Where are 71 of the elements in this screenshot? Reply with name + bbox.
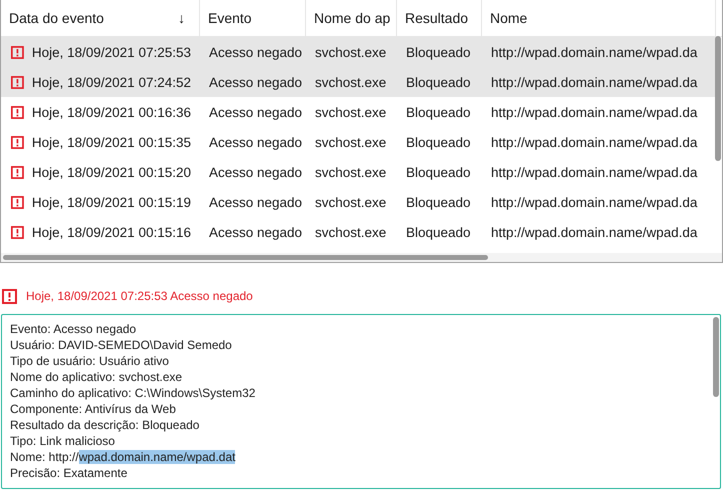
details-panel[interactable] <box>1 314 721 489</box>
table-cell: http://wpad.domain.name/wpad.da <box>491 134 698 150</box>
detail-line: Evento: Acesso negado <box>10 321 138 337</box>
table-cell: Hoje, 18/09/2021 00:15:16 <box>32 224 191 240</box>
table-cell: Bloqueado <box>406 104 471 120</box>
alert-icon <box>11 164 24 180</box>
event-title: Hoje, 18/09/2021 07:25:53 Acesso negado <box>26 289 253 303</box>
detail-line: Tipo de usuário: Usuário ativo <box>10 353 170 369</box>
table-row[interactable]: Hoje, 18/09/2021 00:15:19 Acesso negado svchost.exe Bloqueado http://wpad.domain.name/wpad.da <box>1 187 716 217</box>
table-cell: Acesso negado <box>209 164 302 180</box>
table-cell: Acesso negado <box>209 74 302 90</box>
table-cell: Bloqueado <box>406 44 471 60</box>
table-cell: Bloqueado <box>406 164 471 180</box>
table-cell: Acesso negado <box>209 44 302 60</box>
table-cell: svchost.exe <box>315 224 386 240</box>
alert-icon <box>11 104 24 120</box>
table-cell: http://wpad.domain.name/wpad.da <box>491 104 698 120</box>
detail-line: Componente: Antivírus da Web <box>10 401 177 417</box>
table-cell: http://wpad.domain.name/wpad.da <box>491 224 698 240</box>
table-cell: svchost.exe <box>315 194 386 210</box>
table-cell: Acesso negado <box>209 134 302 150</box>
detail-line: Precisão: Exatamente <box>10 465 128 481</box>
table-cell: Hoje, 18/09/2021 00:15:20 <box>32 164 191 180</box>
table-cell: svchost.exe <box>315 104 386 120</box>
table-cell: Hoje, 18/09/2021 07:24:52 <box>32 74 191 90</box>
detail-line: Usuário: DAVID-SEMEDO\David Semedo <box>10 337 233 353</box>
table-cell: svchost.exe <box>315 44 386 60</box>
horizontal-scrollbar[interactable] <box>3 255 488 260</box>
detail-line: Tipo: Link malicioso <box>10 433 116 449</box>
table-row[interactable]: Hoje, 18/09/2021 07:24:52 Acesso negado svchost.exe Bloqueado http://wpad.domain.name/wpad.da <box>1 67 716 97</box>
column-header[interactable]: Resultado <box>405 10 468 26</box>
table-cell: Hoje, 18/09/2021 00:16:36 <box>32 104 191 120</box>
alert-icon <box>11 134 24 150</box>
table-row[interactable]: Hoje, 18/09/2021 00:15:35 Acesso negado svchost.exe Bloqueado http://wpad.domain.name/wpad.da <box>1 127 716 157</box>
table-row[interactable]: Hoje, 18/09/2021 00:15:16 Acesso negado svchost.exe Bloqueado http://wpad.domain.name/wpad.da <box>1 217 716 247</box>
alert-icon <box>11 44 24 60</box>
table-cell: Bloqueado <box>406 134 471 150</box>
column-header[interactable]: Evento <box>208 10 252 26</box>
table-cell: Hoje, 18/09/2021 00:15:35 <box>32 134 191 150</box>
vertical-scrollbar[interactable] <box>715 36 721 161</box>
column-header[interactable]: Nome do ap <box>314 10 390 26</box>
detail-line: Resultado da descrição: Bloqueado <box>10 417 200 433</box>
sort-arrow[interactable]: ↓ <box>178 10 185 26</box>
table-cell: http://wpad.domain.name/wpad.da <box>491 44 698 60</box>
table-cell: http://wpad.domain.name/wpad.da <box>491 194 698 210</box>
detail-line: Nome: http://wpad.domain.name/wpad.dat <box>10 449 236 465</box>
table-cell: Acesso negado <box>209 194 302 210</box>
alert-icon <box>11 224 24 240</box>
table-row[interactable]: Hoje, 18/09/2021 07:25:53 Acesso negado svchost.exe Bloqueado http://wpad.domain.name/wpad.da <box>1 37 716 67</box>
table-row[interactable]: Hoje, 18/09/2021 00:15:20 Acesso negado svchost.exe Bloqueado http://wpad.domain.name/wpad.da <box>1 157 716 187</box>
alert-icon <box>2 288 17 304</box>
table-cell: svchost.exe <box>315 164 386 180</box>
table-cell: svchost.exe <box>315 134 386 150</box>
table-cell: Acesso negado <box>209 104 302 120</box>
detail-line: Caminho do aplicativo: C:\Windows\System32 <box>10 385 256 401</box>
table-cell: http://wpad.domain.name/wpad.da <box>491 74 698 90</box>
table-cell: Bloqueado <box>406 74 471 90</box>
alert-icon <box>11 194 24 210</box>
table-cell: Bloqueado <box>406 224 471 240</box>
table-cell: http://wpad.domain.name/wpad.da <box>491 164 698 180</box>
table-cell: Acesso negado <box>209 224 302 240</box>
table-cell: svchost.exe <box>315 74 386 90</box>
column-header[interactable]: Nome <box>490 10 528 26</box>
table-cell: Hoje, 18/09/2021 00:15:19 <box>32 194 191 210</box>
table-row[interactable]: Hoje, 18/09/2021 00:16:36 Acesso negado svchost.exe Bloqueado http://wpad.domain.name/wpad.da <box>1 97 716 127</box>
alert-icon <box>11 74 24 90</box>
vertical-scrollbar[interactable] <box>713 317 719 397</box>
column-header[interactable]: Data do evento <box>9 10 104 26</box>
table-cell: Hoje, 18/09/2021 07:25:53 <box>32 44 191 60</box>
table-cell: Bloqueado <box>406 194 471 210</box>
detail-line: Nome do aplicativo: svchost.exe <box>10 369 184 385</box>
